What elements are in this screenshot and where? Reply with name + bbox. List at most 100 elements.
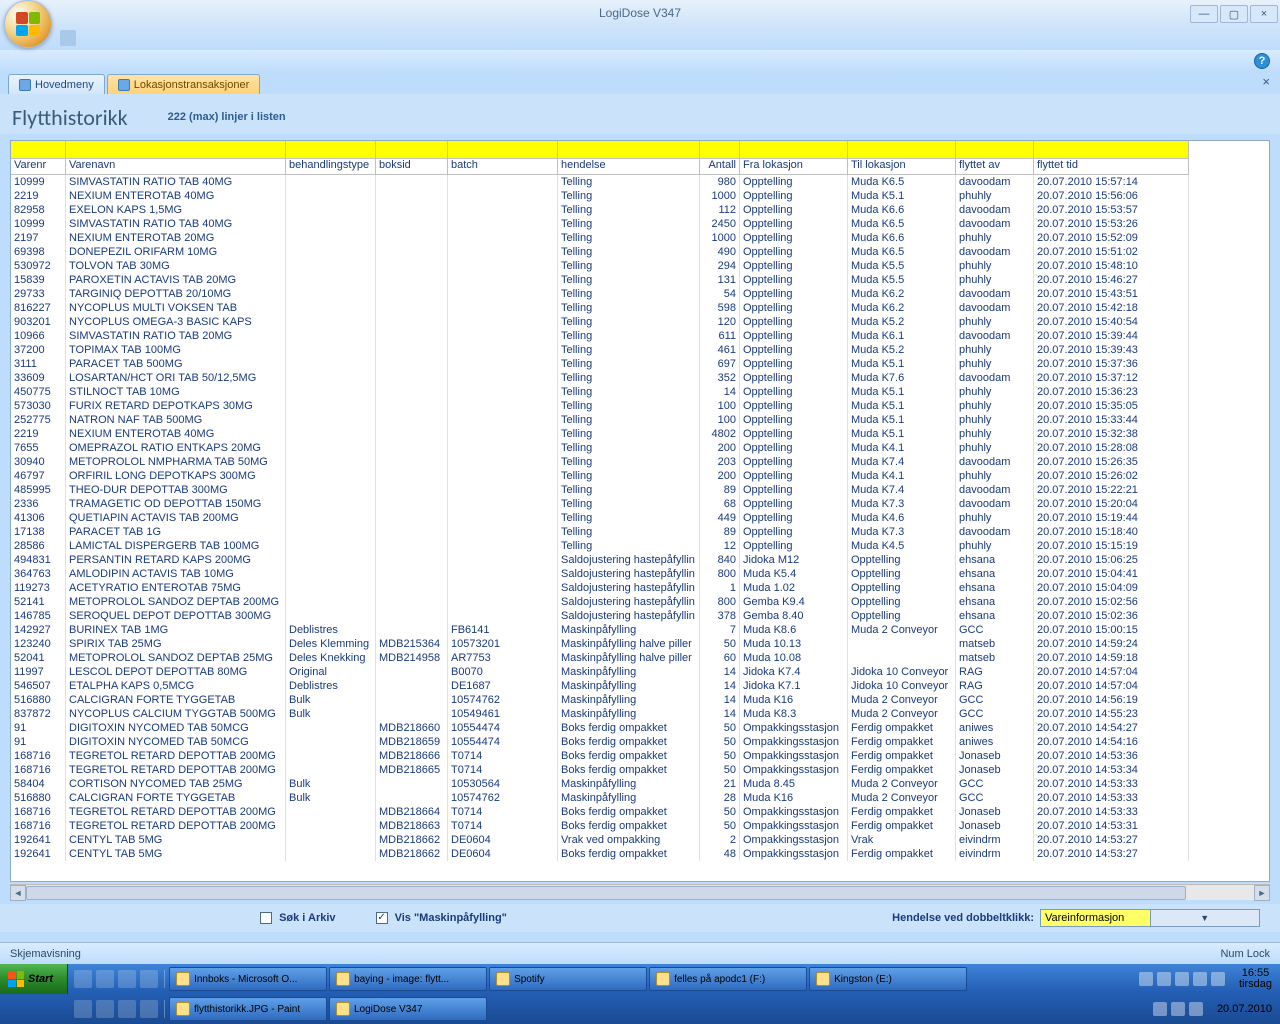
tab-hovedmeny[interactable]: Hovedmeny xyxy=(8,74,105,94)
scroll-right-arrow[interactable]: ► xyxy=(1254,885,1270,901)
column-header[interactable]: flyttet tid xyxy=(1034,159,1189,175)
grid-filter-blank-row[interactable] xyxy=(11,141,1269,159)
scroll-left-arrow[interactable]: ◄ xyxy=(10,885,26,901)
column-header[interactable]: Varenr xyxy=(11,159,66,175)
column-filter-cell[interactable] xyxy=(11,141,66,159)
ql-icon[interactable] xyxy=(96,970,114,988)
table-row[interactable]: 2197NEXIUM ENTEROTAB 20MGTelling1000Oppt… xyxy=(11,231,1269,245)
table-row[interactable]: 46797ORFIRIL LONG DEPOTKAPS 300MGTelling… xyxy=(11,469,1269,483)
table-row[interactable]: 530972TOLVON TAB 30MGTelling294Opptellin… xyxy=(11,259,1269,273)
grid-body[interactable]: 10999SIMVASTATIN RATIO TAB 40MGTelling98… xyxy=(11,175,1269,881)
table-row[interactable]: 3111PARACET TAB 500MGTelling697Opptellin… xyxy=(11,357,1269,371)
table-row[interactable]: 168716TEGRETOL RETARD DEPOTTAB 200MGMDB2… xyxy=(11,749,1269,763)
table-row[interactable]: 146785SEROQUEL DEPOT DEPOTTAB 300MGSaldo… xyxy=(11,609,1269,623)
table-row[interactable]: 11997LESCOL DEPOT DEPOTTAB 80MGOriginalB… xyxy=(11,665,1269,679)
table-row[interactable]: 28586LAMICTAL DISPERGERB TAB 100MGTellin… xyxy=(11,539,1269,553)
column-header[interactable]: hendelse xyxy=(558,159,700,175)
column-filter-cell[interactable] xyxy=(1034,141,1189,159)
tray-icon[interactable] xyxy=(1153,1002,1167,1016)
tray-icon[interactable] xyxy=(1189,1002,1203,1016)
table-row[interactable]: 142927BURINEX TAB 1MGDeblistresFB6141Mas… xyxy=(11,623,1269,637)
column-header[interactable]: flyttet av xyxy=(956,159,1034,175)
table-row[interactable]: 903201NYCOPLUS OMEGA-3 BASIC KAPSTelling… xyxy=(11,315,1269,329)
taskbar-app-button[interactable]: flytthistorikk.JPG - Paint xyxy=(169,997,327,1021)
tray-icon[interactable] xyxy=(1193,972,1207,986)
table-row[interactable]: 2336TRAMAGETIC OD DEPOTTAB 150MGTelling6… xyxy=(11,497,1269,511)
table-row[interactable]: 573030FURIX RETARD DEPOTKAPS 30MGTelling… xyxy=(11,399,1269,413)
column-filter-cell[interactable] xyxy=(448,141,558,159)
tray-icon[interactable] xyxy=(1175,972,1189,986)
table-row[interactable]: 41306QUETIAPIN ACTAVIS TAB 200MGTelling4… xyxy=(11,511,1269,525)
taskbar-app-button[interactable]: Spotify xyxy=(489,967,647,991)
ql-icon[interactable] xyxy=(74,1000,92,1018)
ql-icon[interactable] xyxy=(96,1000,114,1018)
show-fill-checkbox[interactable] xyxy=(376,912,388,924)
ql-icon[interactable] xyxy=(118,1000,136,1018)
table-row[interactable]: 10999SIMVASTATIN RATIO TAB 40MGTelling24… xyxy=(11,217,1269,231)
table-row[interactable]: 69398DONEPEZIL ORIFARM 10MGTelling490Opp… xyxy=(11,245,1269,259)
column-header[interactable]: boksid xyxy=(376,159,448,175)
table-row[interactable]: 2219NEXIUM ENTEROTAB 40MGTelling1000Oppt… xyxy=(11,189,1269,203)
table-row[interactable]: 10999SIMVASTATIN RATIO TAB 40MGTelling98… xyxy=(11,175,1269,189)
column-filter-cell[interactable] xyxy=(700,141,740,159)
tab-close-button[interactable]: × xyxy=(1262,74,1270,89)
table-row[interactable]: 52141METOPROLOL SANDOZ DEPTAB 200MGSaldo… xyxy=(11,595,1269,609)
table-row[interactable]: 15839PAROXETIN ACTAVIS TAB 20MGTelling13… xyxy=(11,273,1269,287)
table-row[interactable]: 168716TEGRETOL RETARD DEPOTTAB 200MGMDB2… xyxy=(11,819,1269,833)
tray-icon[interactable] xyxy=(1157,972,1171,986)
start-button[interactable]: Start xyxy=(0,964,68,994)
table-row[interactable]: 52041METOPROLOL SANDOZ DEPTAB 25MGDeles … xyxy=(11,651,1269,665)
table-row[interactable]: 82958EXELON KAPS 1,5MGTelling112Opptelli… xyxy=(11,203,1269,217)
column-filter-cell[interactable] xyxy=(376,141,448,159)
table-row[interactable]: 192641CENTYL TAB 5MGMDB218662DE0604Boks … xyxy=(11,847,1269,861)
tray-icon[interactable] xyxy=(1139,972,1153,986)
taskbar-app-button[interactable]: baying - image: flytt... xyxy=(329,967,487,991)
qat-item[interactable] xyxy=(60,30,76,46)
column-filter-cell[interactable] xyxy=(740,141,848,159)
table-row[interactable]: 29733TARGINIQ DEPOTTAB 20/10MGTelling54O… xyxy=(11,287,1269,301)
column-filter-cell[interactable] xyxy=(956,141,1034,159)
table-row[interactable]: 516880CALCIGRAN FORTE TYGGETABBulk105747… xyxy=(11,791,1269,805)
table-row[interactable]: 485995THEO-DUR DEPOTTAB 300MGTelling89Op… xyxy=(11,483,1269,497)
scroll-thumb[interactable] xyxy=(26,886,1186,900)
office-orb-button[interactable] xyxy=(4,0,52,48)
maximize-button[interactable]: ▢ xyxy=(1220,5,1248,23)
tab-lokasjonstransaksjoner[interactable]: Lokasjonstransaksjoner xyxy=(107,74,261,94)
grid-column-headers[interactable]: VarenrVarenavnbehandlingstypeboksidbatch… xyxy=(11,159,1269,175)
taskbar-date[interactable]: 20.07.2010 xyxy=(1209,1004,1280,1015)
table-row[interactable]: 837872NYCOPLUS CALCIUM TYGGTAB 500MGBulk… xyxy=(11,707,1269,721)
table-row[interactable]: 123240SPIRIX TAB 25MGDeles KlemmingMDB21… xyxy=(11,637,1269,651)
column-header[interactable]: Antall xyxy=(700,159,740,175)
table-row[interactable]: 252775NATRON NAF TAB 500MGTelling100Oppt… xyxy=(11,413,1269,427)
taskbar-app-button[interactable]: LogiDose V347 xyxy=(329,997,487,1021)
horizontal-scrollbar[interactable]: ◄ ► xyxy=(10,884,1270,900)
table-row[interactable]: 364763AMLODIPIN ACTAVIS TAB 10MGSaldojus… xyxy=(11,567,1269,581)
column-filter-cell[interactable] xyxy=(286,141,376,159)
table-row[interactable]: 494831PERSANTIN RETARD KAPS 200MGSaldoju… xyxy=(11,553,1269,567)
table-row[interactable]: 516880CALCIGRAN FORTE TYGGETABBulk105747… xyxy=(11,693,1269,707)
archive-checkbox[interactable] xyxy=(260,912,272,924)
table-row[interactable]: 91DIGITOXIN NYCOMED TAB 50MCGMDB21865910… xyxy=(11,735,1269,749)
minimize-button[interactable]: — xyxy=(1190,5,1218,23)
table-row[interactable]: 546507ETALPHA KAPS 0,5MCGDeblistresDE168… xyxy=(11,679,1269,693)
table-row[interactable]: 168716TEGRETOL RETARD DEPOTTAB 200MGMDB2… xyxy=(11,763,1269,777)
taskbar-clock[interactable]: 16:55 tirsdag xyxy=(1231,968,1280,990)
table-row[interactable]: 816227NYCOPLUS MULTI VOKSEN TABTelling59… xyxy=(11,301,1269,315)
column-header[interactable]: Fra lokasjon xyxy=(740,159,848,175)
column-header[interactable]: batch xyxy=(448,159,558,175)
table-row[interactable]: 17138PARACET TAB 1GTelling89OpptellingMu… xyxy=(11,525,1269,539)
table-row[interactable]: 91DIGITOXIN NYCOMED TAB 50MCGMDB21866010… xyxy=(11,721,1269,735)
table-row[interactable]: 7655OMEPRAZOL RATIO ENTKAPS 20MGTelling2… xyxy=(11,441,1269,455)
tray-icon[interactable] xyxy=(1171,1002,1185,1016)
table-row[interactable]: 168716TEGRETOL RETARD DEPOTTAB 200MGMDB2… xyxy=(11,805,1269,819)
table-row[interactable]: 30940METOPROLOL NMPHARMA TAB 50MGTelling… xyxy=(11,455,1269,469)
table-row[interactable]: 2219NEXIUM ENTEROTAB 40MGTelling4802Oppt… xyxy=(11,427,1269,441)
column-header[interactable]: Varenavn xyxy=(66,159,286,175)
ql-icon[interactable] xyxy=(140,1000,158,1018)
column-header[interactable]: Til lokasjon xyxy=(848,159,956,175)
table-row[interactable]: 33609LOSARTAN/HCT ORI TAB 50/12,5MGTelli… xyxy=(11,371,1269,385)
column-filter-cell[interactable] xyxy=(66,141,286,159)
dblclick-combo[interactable]: Vareinformasjon ▼ xyxy=(1040,909,1260,927)
taskbar-app-button[interactable]: Kingston (E:) xyxy=(809,967,967,991)
table-row[interactable]: 37200TOPIMAX TAB 100MGTelling461Opptelli… xyxy=(11,343,1269,357)
